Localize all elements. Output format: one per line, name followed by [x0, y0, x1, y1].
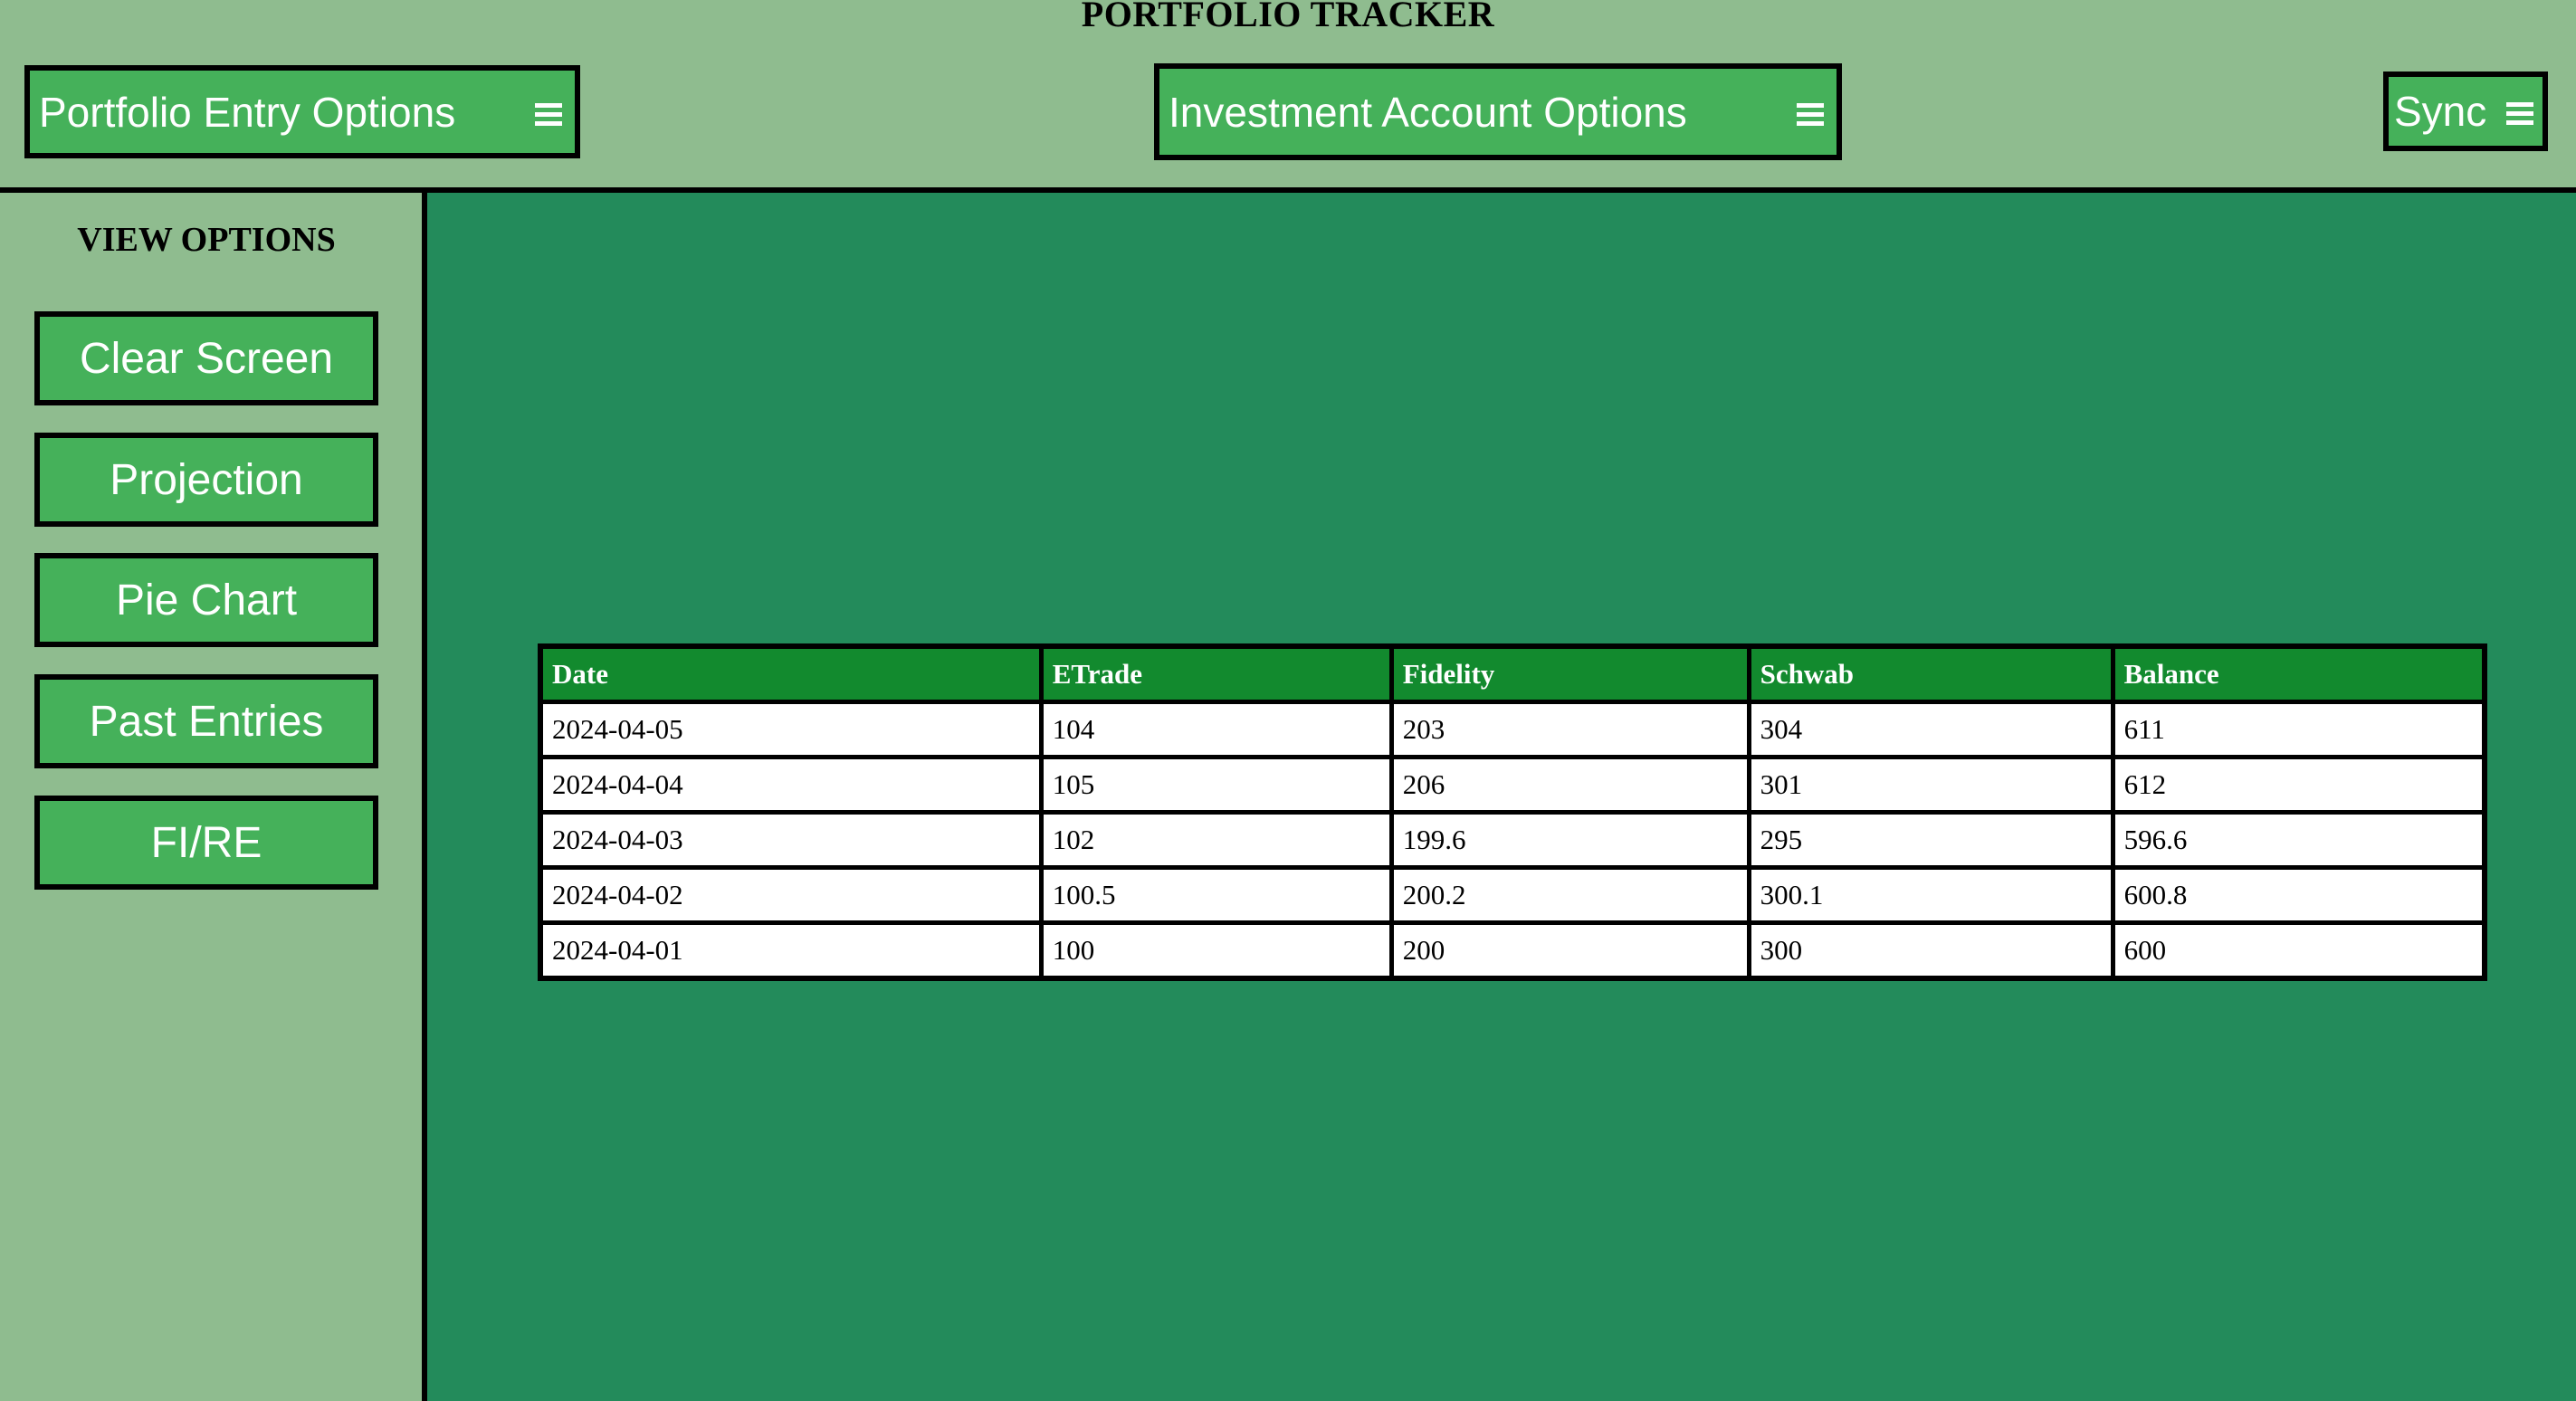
- cell-etrade: 100: [1038, 920, 1394, 981]
- table-row: 2024-04-03 102 199.6 295 596.6: [538, 810, 2487, 870]
- table-header-row: Date ETrade Fidelity Schwab Balance: [538, 643, 2487, 704]
- table-row: 2024-04-04 105 206 301 612: [538, 755, 2487, 815]
- cell-etrade: 100.5: [1038, 865, 1394, 925]
- cell-fidelity: 200: [1388, 920, 1751, 981]
- cell-fidelity: 206: [1388, 755, 1751, 815]
- sidebar-heading: VIEW OPTIONS: [77, 221, 336, 259]
- cell-date: 2024-04-03: [538, 810, 1044, 870]
- cell-date: 2024-04-04: [538, 755, 1044, 815]
- header-schwab: Schwab: [1746, 643, 2115, 704]
- header-etrade: ETrade: [1038, 643, 1394, 704]
- projection-button[interactable]: Projection: [34, 433, 378, 527]
- table-row: 2024-04-05 104 203 304 611: [538, 700, 2487, 759]
- hamburger-menu-icon: [1797, 102, 1824, 127]
- sync-button[interactable]: Sync: [2383, 71, 2548, 151]
- page-title: PORTFOLIO TRACKER: [1081, 0, 1495, 34]
- cell-etrade: 105: [1038, 755, 1394, 815]
- hamburger-menu-icon: [535, 102, 562, 127]
- cell-schwab: 301: [1746, 755, 2115, 815]
- cell-date: 2024-04-05: [538, 700, 1044, 759]
- cell-balance: 600: [2110, 920, 2487, 981]
- investment-account-options-label: Investment Account Options: [1169, 88, 1687, 136]
- cell-schwab: 300: [1746, 920, 2115, 981]
- cell-schwab: 300.1: [1746, 865, 2115, 925]
- cell-date: 2024-04-02: [538, 865, 1044, 925]
- fi-re-button[interactable]: FI/RE: [34, 796, 378, 890]
- header-fidelity: Fidelity: [1388, 643, 1751, 704]
- table-row: 2024-04-02 100.5 200.2 300.1 600.8: [538, 865, 2487, 925]
- cell-etrade: 102: [1038, 810, 1394, 870]
- header-balance: Balance: [2110, 643, 2487, 704]
- main-panel: Date ETrade Fidelity Schwab Balance 2024…: [427, 193, 2576, 1401]
- cell-balance: 612: [2110, 755, 2487, 815]
- cell-schwab: 295: [1746, 810, 2115, 870]
- table-row: 2024-04-01 100 200 300 600: [538, 920, 2487, 981]
- cell-date: 2024-04-01: [538, 920, 1044, 981]
- cell-balance: 596.6: [2110, 810, 2487, 870]
- clear-screen-button[interactable]: Clear Screen: [34, 311, 378, 405]
- portfolio-entries-table: Date ETrade Fidelity Schwab Balance 2024…: [538, 643, 2487, 981]
- investment-account-options-button[interactable]: Investment Account Options: [1154, 63, 1842, 160]
- cell-etrade: 104: [1038, 700, 1394, 759]
- hamburger-menu-icon: [2506, 102, 2533, 126]
- cell-fidelity: 199.6: [1388, 810, 1751, 870]
- sync-label: Sync: [2394, 88, 2487, 135]
- portfolio-entry-options-label: Portfolio Entry Options: [39, 88, 456, 136]
- cell-schwab: 304: [1746, 700, 2115, 759]
- cell-balance: 600.8: [2110, 865, 2487, 925]
- portfolio-entry-options-button[interactable]: Portfolio Entry Options: [24, 65, 580, 158]
- cell-fidelity: 200.2: [1388, 865, 1751, 925]
- cell-fidelity: 203: [1388, 700, 1751, 759]
- sidebar: VIEW OPTIONS Clear Screen Projection Pie…: [0, 193, 422, 1401]
- cell-balance: 611: [2110, 700, 2487, 759]
- past-entries-button[interactable]: Past Entries: [34, 674, 378, 768]
- pie-chart-button[interactable]: Pie Chart: [34, 553, 378, 647]
- header-date: Date: [538, 643, 1044, 704]
